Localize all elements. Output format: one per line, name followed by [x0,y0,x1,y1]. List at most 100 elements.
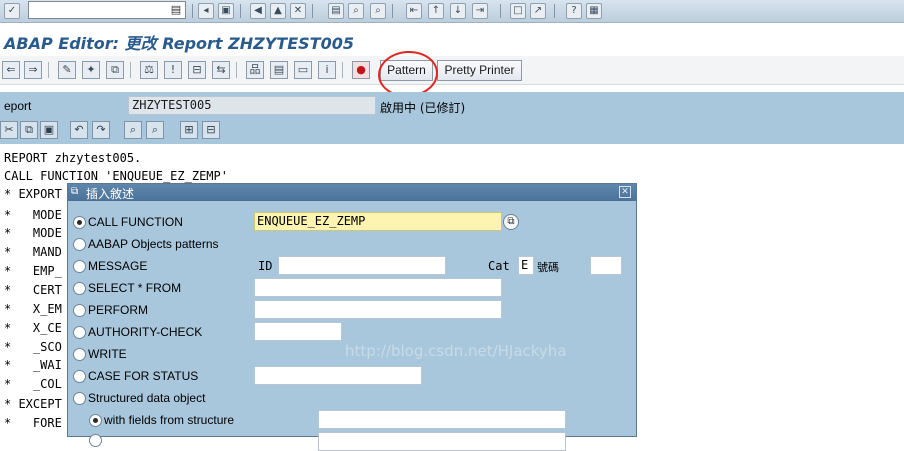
print-icon[interactable]: ▤ [328,3,344,19]
case-for-status-field[interactable] [254,366,422,385]
authority-object-field[interactable] [254,322,342,341]
toolbar-separator [392,4,393,18]
code-line[interactable]: REPORT zhzytest005. [4,149,141,167]
display-change-icon[interactable]: ✎ [58,61,76,79]
redo-icon[interactable]: ↷ [92,121,110,139]
toolbar-separator [192,4,193,18]
next-page-icon[interactable]: ↓ [450,3,466,19]
find-icon[interactable]: ⌕ [348,3,364,19]
layout-icon[interactable]: ▦ [586,3,602,19]
perform-field[interactable] [254,300,502,319]
message-id-label: ID [258,259,273,273]
hierarchy-icon[interactable]: 品 [246,61,264,79]
radio-call-function[interactable] [73,216,86,229]
info-icon[interactable]: i [318,61,336,79]
toolbar-separator [48,62,49,78]
code-line[interactable]: * EXCEPT [4,395,62,413]
program-name-field: ZHZYTEST005 [128,96,376,115]
save-icon[interactable]: ▣ [218,3,234,19]
watermark: http://blog.csdn.net/HJackyha [345,342,567,360]
status-text: 啟用中 (已修訂) [380,101,466,115]
dialog-title: 插入敘述 [86,187,135,201]
message-id-field[interactable] [278,256,446,275]
code-line[interactable]: * MODE [4,224,62,242]
help-icon[interactable]: ? [566,3,582,19]
structure-field-2[interactable] [318,432,566,451]
number-label: 號碼 [537,261,559,274]
where-used-icon[interactable]: ⊟ [188,61,206,79]
previous-page-icon[interactable]: ↑ [428,3,444,19]
find-next-icon[interactable]: ⌕ [370,3,386,19]
undo-icon[interactable]: ↶ [70,121,88,139]
option-label: CASE FOR STATUS [88,369,199,383]
fullscreen-icon[interactable]: ▭ [294,61,312,79]
find-icon[interactable]: ⌕ [124,121,142,139]
option-label: AUTHORITY-CHECK [88,325,203,339]
cancel-icon[interactable]: ✕ [290,3,306,19]
toolbar-separator [312,4,313,18]
option-label: CALL FUNCTION [88,215,183,229]
command-field[interactable] [28,1,186,19]
find-next-icon[interactable]: ⌕ [146,121,164,139]
back-arrow-icon[interactable]: ⇐ [2,61,20,79]
exit-icon[interactable]: ▲ [270,3,286,19]
code-line[interactable]: * X_EM [4,300,62,318]
new-session-icon[interactable]: □ [510,3,526,19]
radio-select-from[interactable] [73,282,86,295]
radio-message[interactable] [73,260,86,273]
radio-next-sub-option[interactable] [89,434,102,447]
shortcut-icon[interactable]: ↗ [530,3,546,19]
radio-abap-objects-patterns[interactable] [73,238,86,251]
command-history-icon[interactable]: ▤ [170,3,182,17]
code-line[interactable]: * _SCO [4,338,62,356]
radio-authority-check[interactable] [73,326,86,339]
code-line[interactable]: * X_CE [4,319,62,337]
check-icon[interactable]: ✓ [4,3,20,19]
code-line[interactable]: * _COL [4,375,62,393]
category-field[interactable]: E [518,256,534,275]
radio-with-fields-from-structure[interactable] [89,414,102,427]
code-line[interactable]: * FORE [4,414,62,432]
last-page-icon[interactable]: ⇥ [472,3,488,19]
structure-field[interactable] [318,410,566,429]
navigation-icon[interactable]: ⇆ [212,61,230,79]
insert-icon[interactable]: ⊞ [180,121,198,139]
code-line[interactable]: * EXPORT [4,185,62,203]
close-icon[interactable]: ✕ [619,186,631,198]
paste-icon[interactable]: ▣ [40,121,58,139]
toolbar-separator [130,62,131,78]
first-page-icon[interactable]: ⇤ [406,3,422,19]
object-list-icon[interactable]: ▤ [270,61,288,79]
code-line[interactable]: * EMP_ [4,262,62,280]
message-number-field[interactable] [590,256,622,275]
check-syntax-icon[interactable]: ⚖ [140,61,158,79]
code-line[interactable]: * _WAI [4,356,62,374]
radio-perform[interactable] [73,304,86,317]
cut-icon[interactable]: ✂ [0,121,18,139]
radio-write[interactable] [73,348,86,361]
copy-icon[interactable]: ⧉ [20,121,38,139]
category-label: Cat [488,259,510,273]
pretty-printer-button[interactable]: Pretty Printer [437,60,522,81]
back-arrow-icon[interactable]: ◂ [198,3,214,19]
radio-case-for-status[interactable] [73,370,86,383]
code-line[interactable]: * MAND [4,243,62,261]
option-label: AABAP Objects patterns [88,237,219,251]
dialog-titlebar[interactable] [68,184,636,201]
forward-arrow-icon[interactable]: ⇒ [24,61,42,79]
breakpoint-icon[interactable]: ● [352,61,370,79]
function-name-field[interactable]: ENQUEUE_EZ_ZEMP [254,212,502,231]
code-line[interactable]: * CERT [4,281,62,299]
option-label: WRITE [88,347,127,361]
test-icon[interactable]: ! [164,61,182,79]
code-line[interactable]: * MODE [4,206,62,224]
dialog-window-icon: ⧉ [71,186,79,197]
search-help-icon[interactable]: ⧉ [503,214,519,230]
activate-icon[interactable]: ✦ [82,61,100,79]
option-label: with fields from structure [104,413,235,427]
select-table-field[interactable] [254,278,502,297]
download-icon[interactable]: ⊟ [202,121,220,139]
other-object-icon[interactable]: ⧉ [106,61,124,79]
radio-structured-data-object[interactable] [73,392,86,405]
back-icon[interactable]: ◀ [250,3,266,19]
